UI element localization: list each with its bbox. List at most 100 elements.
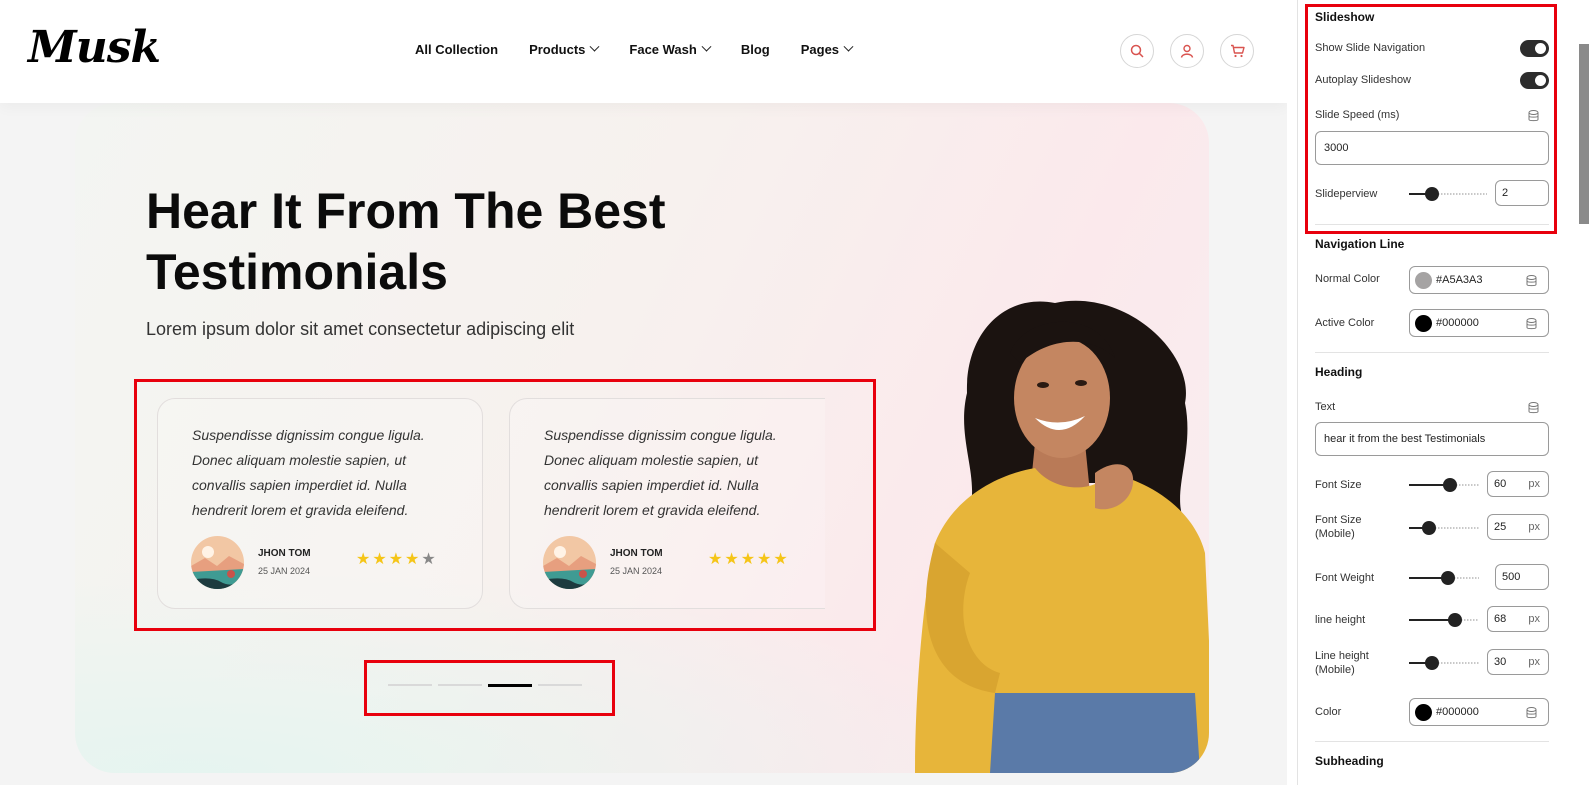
slide-nav-line-1[interactable] [388, 684, 432, 686]
theme-preview: Musk All Collection Products Face Wash B… [0, 0, 1287, 785]
reviewer-name: JHON TOM [258, 548, 311, 559]
nav-item-pages[interactable]: Pages [800, 41, 854, 57]
dynamic-source-icon[interactable] [1526, 318, 1537, 330]
font-size-value: 60 [1494, 478, 1507, 490]
line-height-slider[interactable] [1409, 612, 1479, 628]
user-icon [1180, 44, 1194, 58]
slide-speed-label: Slide Speed (ms) [1315, 109, 1400, 121]
dynamic-source-icon[interactable] [1526, 275, 1537, 287]
unit-label: px [1528, 613, 1540, 625]
font-weight-input[interactable]: 500 [1495, 564, 1549, 590]
section-divider [1315, 224, 1549, 225]
label-line: (Mobile) [1315, 664, 1355, 676]
main-nav: All Collection Products Face Wash Blog P… [415, 41, 883, 57]
nav-label: Face Wash [629, 42, 697, 57]
star-empty-icon: ★ [421, 551, 436, 568]
avatar-image [191, 536, 244, 589]
dynamic-source-icon[interactable] [1528, 402, 1539, 414]
chevron-down-icon [843, 41, 854, 52]
avatar [191, 536, 244, 589]
account-button[interactable] [1170, 34, 1204, 68]
cart-button[interactable] [1220, 34, 1254, 68]
nav-label: All Collection [415, 42, 499, 57]
star-icon: ★ [708, 551, 723, 568]
star-rating: ★ ★ ★ ★ ★ [708, 552, 788, 568]
active-color-label: Active Color [1315, 317, 1375, 329]
slider-track [1432, 193, 1487, 195]
slider-knob[interactable] [1448, 613, 1462, 627]
search-button[interactable] [1120, 34, 1154, 68]
slide-nav-line-3-active[interactable] [488, 684, 532, 687]
site-header: Musk All Collection Products Face Wash B… [0, 0, 1287, 103]
color-hex-value: #A5A3A3 [1436, 274, 1483, 286]
color-swatch [1415, 315, 1432, 332]
show-slide-navigation-label: Show Slide Navigation [1315, 42, 1426, 54]
color-hex-value: #000000 [1436, 706, 1479, 718]
section-divider [1315, 741, 1549, 742]
slideperview-input[interactable]: 2 [1495, 180, 1549, 206]
font-size-slider[interactable] [1409, 477, 1479, 493]
dynamic-source-icon[interactable] [1526, 707, 1537, 719]
line-height-mobile-value: 30 [1494, 656, 1507, 668]
heading-text-input[interactable]: hear it from the best Testimonials [1315, 422, 1549, 456]
slider-knob[interactable] [1425, 656, 1439, 670]
font-weight-slider[interactable] [1409, 570, 1479, 586]
model-photo [915, 300, 1209, 773]
cart-icon [1230, 44, 1245, 58]
slideperview-value: 2 [1502, 187, 1509, 199]
line-height-mobile-slider[interactable] [1409, 655, 1479, 671]
panel-scrollbar-thumb[interactable] [1579, 44, 1589, 224]
nav-item-blog[interactable]: Blog [741, 42, 770, 57]
autoplay-slideshow-label: Autoplay Slideshow [1315, 74, 1412, 86]
heading-text-label: Text [1315, 401, 1336, 413]
label-line: Font Size [1315, 514, 1362, 526]
nav-item-all-collection[interactable]: All Collection [415, 42, 498, 57]
heading-color-picker[interactable]: #000000 [1409, 698, 1549, 726]
avatar [543, 536, 596, 589]
slide-nav-line-2[interactable] [438, 684, 482, 686]
label-line: (Mobile) [1315, 528, 1355, 540]
font-size-mobile-label: Font Size (Mobile) [1315, 513, 1361, 541]
star-icon: ★ [356, 551, 371, 568]
site-logo[interactable]: Musk [28, 22, 161, 73]
slide-navigation-lines [388, 684, 582, 687]
navigation-line-section-title: Navigation Line [1315, 237, 1405, 251]
slide-nav-line-4[interactable] [538, 684, 582, 686]
search-icon [1130, 44, 1144, 58]
color-swatch [1415, 704, 1432, 721]
font-size-mobile-value: 25 [1494, 521, 1507, 533]
testimonial-text: Suspendisse dignissim congue ligula. Don… [192, 427, 425, 518]
show-slide-navigation-toggle[interactable] [1520, 40, 1549, 57]
chevron-down-icon [589, 41, 600, 52]
unit-label: px [1528, 478, 1540, 490]
font-size-mobile-input[interactable]: 25 px [1487, 514, 1549, 540]
slider-knob[interactable] [1443, 478, 1457, 492]
slider-knob[interactable] [1422, 521, 1436, 535]
autoplay-slideshow-toggle[interactable] [1520, 72, 1549, 89]
nav-item-products[interactable]: Products [529, 41, 600, 57]
font-size-input[interactable]: 60 px [1487, 471, 1549, 497]
line-height-input[interactable]: 68 px [1487, 606, 1549, 632]
active-color-picker[interactable]: #000000 [1409, 309, 1549, 337]
star-icon: ★ [388, 551, 404, 568]
font-size-mobile-slider[interactable] [1409, 520, 1479, 536]
normal-color-picker[interactable]: #A5A3A3 [1409, 266, 1549, 294]
review-date: 25 JAN 2024 [258, 566, 311, 576]
heading-color-label: Color [1315, 706, 1342, 718]
slider-knob[interactable] [1441, 571, 1455, 585]
nav-item-face-wash[interactable]: Face Wash [629, 41, 712, 57]
dynamic-source-icon[interactable] [1528, 110, 1539, 122]
line-height-label: line height [1315, 614, 1366, 626]
subheading-section-title: Subheading [1315, 754, 1384, 768]
line-height-mobile-input[interactable]: 30 px [1487, 649, 1549, 675]
line-height-mobile-label: Line height (Mobile) [1315, 649, 1369, 677]
nav-label: Pages [800, 42, 840, 57]
slideperview-slider[interactable] [1409, 186, 1487, 202]
star-icon: ★ [757, 551, 772, 568]
testimonial-text: Suspendisse dignissim congue ligula. Don… [544, 427, 777, 518]
slideperview-label: Slideperview [1315, 188, 1378, 200]
slider-knob[interactable] [1425, 187, 1439, 201]
testimonial-card: Suspendisse dignissim congue ligula. Don… [157, 398, 483, 609]
heading-section-title: Heading [1315, 365, 1363, 379]
slide-speed-input[interactable]: 3000 [1315, 131, 1549, 165]
